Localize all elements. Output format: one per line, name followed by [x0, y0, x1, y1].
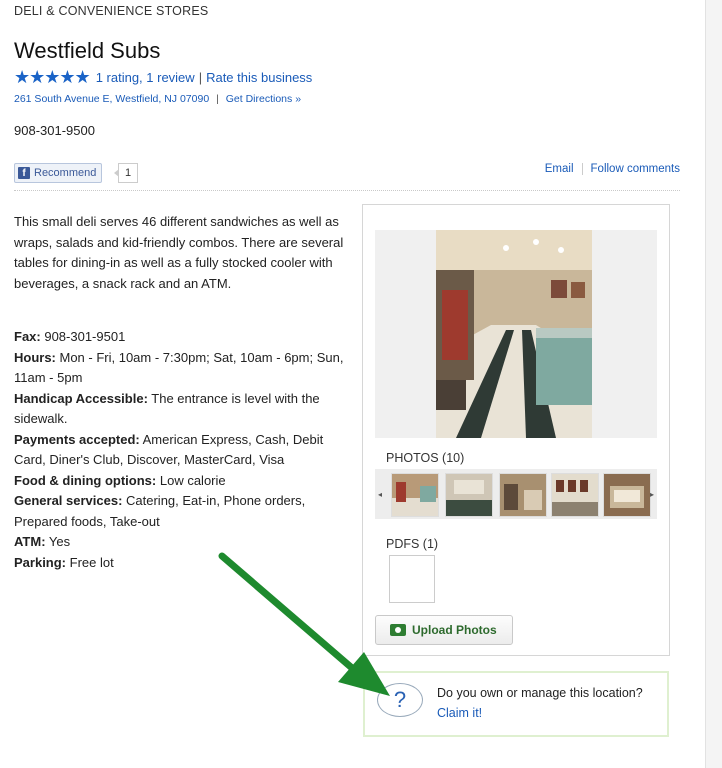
address-row: 261 South Avenue E, Westfield, NJ 07090 …: [14, 93, 301, 105]
claim-it-link[interactable]: Claim it!: [437, 706, 482, 720]
recommend-count: 1: [113, 163, 139, 183]
thumbnail-next-arrow[interactable]: ▸: [647, 469, 657, 519]
main-photo-frame: [375, 230, 657, 438]
media-panel: PHOTOS (10) ◂ ▸ PDFS (1) Upload Photos: [362, 204, 670, 656]
business-description: This small deli serves 46 different sand…: [14, 214, 344, 291]
social-row: f Recommend 1 Email Follow comments: [14, 156, 680, 191]
phone-number: 908-301-9500: [14, 123, 95, 138]
photo-thumbnail-strip: ◂ ▸: [375, 469, 657, 519]
photo-thumbnail[interactable]: [551, 473, 599, 517]
business-title: Westfield Subs: [14, 38, 161, 63]
rating-row: ★★★★★ 1 rating, 1 review | Rate this bus…: [14, 68, 312, 86]
email-link[interactable]: Email: [545, 163, 583, 175]
business-details: Fax: 908-301-9501 Hours: Mon - Fri, 10am…: [14, 327, 354, 573]
detail-payments: Payments accepted: American Express, Cas…: [14, 431, 324, 468]
recommend-label: Recommend: [34, 167, 97, 179]
recommend-button[interactable]: f Recommend: [14, 163, 103, 183]
pdf-thumbnail[interactable]: [389, 555, 435, 603]
claim-business-box: ? Do you own or manage this location? Cl…: [363, 671, 669, 737]
question-icon: ?: [377, 683, 423, 717]
social-links: Email Follow comments: [545, 163, 680, 175]
detail-atm: ATM: Yes: [14, 534, 71, 549]
upload-photos-button[interactable]: Upload Photos: [375, 615, 513, 645]
photo-thumbnail[interactable]: [499, 473, 547, 517]
photos-label: PHOTOS (10): [386, 451, 465, 465]
pdfs-label: PDFS (1): [386, 537, 439, 551]
separator: |: [216, 93, 219, 105]
scrollbar[interactable]: [705, 0, 722, 768]
separator: |: [198, 69, 203, 85]
detail-handicap: Handicap Accessible: The entrance is lev…: [14, 390, 320, 427]
photo-thumbnail[interactable]: [445, 473, 493, 517]
upload-label: Upload Photos: [412, 623, 497, 637]
camera-icon: [390, 624, 406, 636]
facebook-icon: f: [18, 167, 30, 179]
detail-food: Food & dining options: Low calorie: [14, 472, 226, 488]
address-link[interactable]: 261 South Avenue E, Westfield, NJ 07090: [14, 93, 209, 105]
main-photo[interactable]: [436, 230, 592, 438]
detail-fax: Fax: 908-301-9501: [14, 329, 126, 344]
rate-business-link[interactable]: Rate this business: [206, 70, 312, 85]
photo-thumbnail[interactable]: [603, 473, 651, 517]
detail-hours: Hours: Mon - Fri, 10am - 7:30pm; Sat, 10…: [14, 349, 344, 386]
photo-thumbnail[interactable]: [391, 473, 439, 517]
follow-comments-link[interactable]: Follow comments: [591, 163, 680, 175]
business-category: DELI & CONVENIENCE STORES: [14, 4, 209, 18]
rating-review-link[interactable]: 1 rating, 1 review: [96, 70, 195, 85]
thumbnail-prev-arrow[interactable]: ◂: [375, 469, 385, 519]
detail-services: General services: Catering, Eat-in, Phon…: [14, 493, 306, 529]
get-directions-link[interactable]: Get Directions »: [226, 93, 301, 105]
detail-parking: Parking: Free lot: [14, 554, 114, 570]
claim-text: Do you own or manage this location? Clai…: [437, 686, 643, 720]
star-rating-icon[interactable]: ★★★★★: [14, 68, 91, 86]
